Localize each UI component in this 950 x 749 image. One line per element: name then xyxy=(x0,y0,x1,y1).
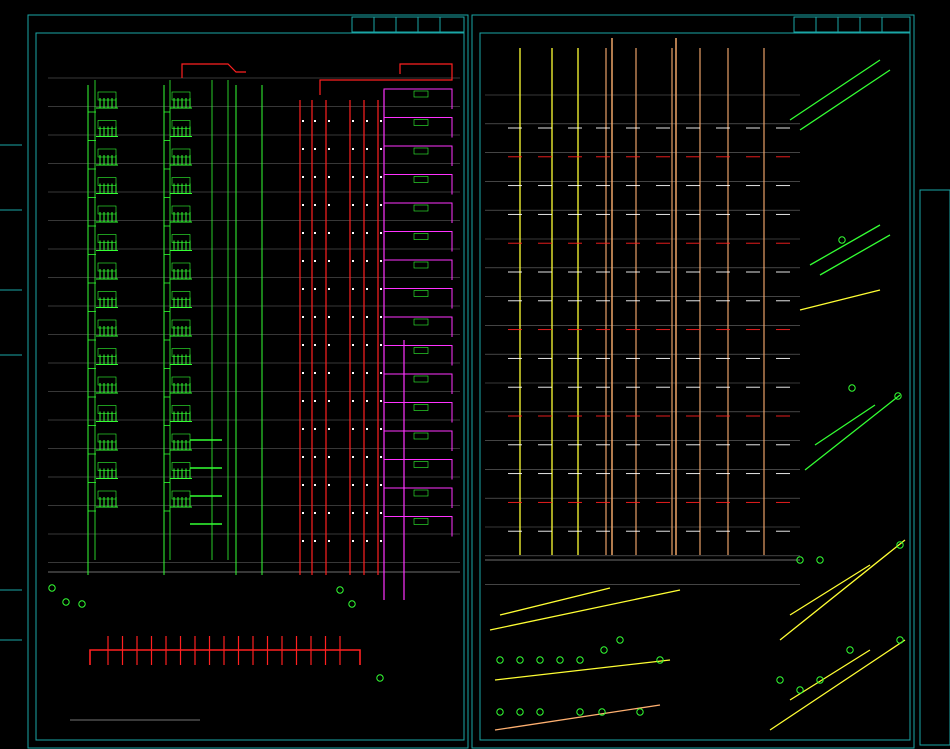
hydrant-valve xyxy=(328,176,330,178)
hydrant-valve xyxy=(380,316,382,318)
hydrant-valve xyxy=(352,512,354,514)
hydrant-valve xyxy=(314,400,316,402)
hydrant-valve xyxy=(314,316,316,318)
hydrant-valve xyxy=(352,120,354,122)
hydrant-valve xyxy=(302,484,304,486)
cad-drawing-canvas xyxy=(0,0,950,749)
hydrant-valve xyxy=(328,372,330,374)
hydrant-valve xyxy=(366,316,368,318)
hydrant-valve xyxy=(352,148,354,150)
hydrant-valve xyxy=(314,148,316,150)
hydrant-valve xyxy=(314,260,316,262)
hydrant-valve xyxy=(380,512,382,514)
hydrant-valve xyxy=(328,428,330,430)
hydrant-valve xyxy=(366,540,368,542)
hydrant-valve xyxy=(380,148,382,150)
hydrant-valve xyxy=(328,204,330,206)
hydrant-valve xyxy=(352,428,354,430)
hydrant-valve xyxy=(352,484,354,486)
hydrant-valve xyxy=(352,456,354,458)
hydrant-valve xyxy=(366,148,368,150)
hydrant-valve xyxy=(302,288,304,290)
hydrant-valve xyxy=(328,344,330,346)
hydrant-valve xyxy=(328,540,330,542)
hydrant-valve xyxy=(366,512,368,514)
hydrant-valve xyxy=(302,540,304,542)
hydrant-valve xyxy=(302,120,304,122)
hydrant-valve xyxy=(366,260,368,262)
hydrant-valve xyxy=(314,540,316,542)
hydrant-valve xyxy=(352,288,354,290)
hydrant-valve xyxy=(380,260,382,262)
hydrant-valve xyxy=(302,456,304,458)
hydrant-valve xyxy=(366,204,368,206)
hydrant-valve xyxy=(352,176,354,178)
hydrant-valve xyxy=(302,400,304,402)
hydrant-valve xyxy=(380,204,382,206)
hydrant-valve xyxy=(328,148,330,150)
hydrant-valve xyxy=(328,456,330,458)
hydrant-valve xyxy=(380,428,382,430)
hydrant-valve xyxy=(302,428,304,430)
hydrant-valve xyxy=(302,260,304,262)
hydrant-valve xyxy=(328,316,330,318)
hydrant-valve xyxy=(328,120,330,122)
hydrant-valve xyxy=(328,484,330,486)
hydrant-valve xyxy=(352,540,354,542)
hydrant-valve xyxy=(352,400,354,402)
hydrant-valve xyxy=(380,344,382,346)
hydrant-valve xyxy=(366,344,368,346)
hydrant-valve xyxy=(366,372,368,374)
hydrant-valve xyxy=(302,372,304,374)
hydrant-valve xyxy=(302,204,304,206)
hydrant-valve xyxy=(302,344,304,346)
hydrant-valve xyxy=(314,372,316,374)
hydrant-valve xyxy=(380,176,382,178)
hydrant-valve xyxy=(314,456,316,458)
hydrant-valve xyxy=(314,484,316,486)
hydrant-valve xyxy=(314,120,316,122)
hydrant-valve xyxy=(366,120,368,122)
hydrant-valve xyxy=(352,260,354,262)
hydrant-valve xyxy=(302,148,304,150)
hydrant-valve xyxy=(380,120,382,122)
hydrant-valve xyxy=(302,316,304,318)
hydrant-valve xyxy=(328,512,330,514)
hydrant-valve xyxy=(366,484,368,486)
hydrant-valve xyxy=(302,512,304,514)
hydrant-valve xyxy=(328,288,330,290)
hydrant-valve xyxy=(328,400,330,402)
hydrant-valve xyxy=(380,288,382,290)
hydrant-valve xyxy=(352,232,354,234)
hydrant-valve xyxy=(314,344,316,346)
hydrant-valve xyxy=(366,456,368,458)
hydrant-valve xyxy=(366,400,368,402)
hydrant-valve xyxy=(366,232,368,234)
hydrant-valve xyxy=(380,540,382,542)
hydrant-valve xyxy=(380,232,382,234)
hydrant-valve xyxy=(380,400,382,402)
hydrant-valve xyxy=(380,372,382,374)
hydrant-valve xyxy=(380,484,382,486)
background xyxy=(0,0,950,749)
hydrant-valve xyxy=(352,316,354,318)
hydrant-valve xyxy=(314,176,316,178)
hydrant-valve xyxy=(366,176,368,178)
hydrant-valve xyxy=(366,288,368,290)
hydrant-valve xyxy=(314,428,316,430)
hydrant-valve xyxy=(314,512,316,514)
hydrant-valve xyxy=(314,232,316,234)
hydrant-valve xyxy=(328,260,330,262)
hydrant-valve xyxy=(314,204,316,206)
hydrant-valve xyxy=(314,288,316,290)
hydrant-valve xyxy=(328,232,330,234)
hydrant-valve xyxy=(352,344,354,346)
hydrant-valve xyxy=(352,204,354,206)
hydrant-valve xyxy=(380,456,382,458)
hydrant-valve xyxy=(302,176,304,178)
hydrant-valve xyxy=(302,232,304,234)
hydrant-valve xyxy=(352,372,354,374)
hydrant-valve xyxy=(366,428,368,430)
